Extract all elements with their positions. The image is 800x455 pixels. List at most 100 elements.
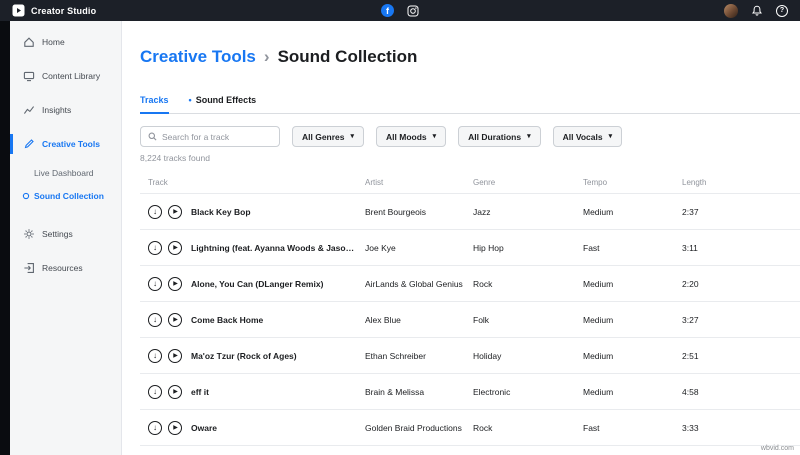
app-title: Creator Studio	[31, 5, 97, 16]
track-genre: Hip Hop	[473, 242, 504, 253]
chevron-down-icon: ▾	[432, 133, 437, 140]
sidebar-item-label: Insights	[42, 105, 72, 115]
track-cell: ↓ ▶ Oware	[140, 420, 357, 435]
sidebar-item-insights[interactable]: Insights	[10, 93, 121, 127]
play-icon[interactable]: ▶	[168, 384, 182, 399]
sidebar-item-settings[interactable]: Settings	[10, 217, 121, 251]
track-artist: Alex Blue	[365, 314, 401, 325]
track-title: eff it	[191, 386, 209, 397]
track-table: Track Artist Genre Tempo Length ↓ ▶ Black …	[140, 171, 800, 455]
help-icon[interactable]: ?	[776, 4, 788, 17]
track-tempo: Fast	[583, 242, 600, 253]
sidebar-item-label: Creative Tools	[42, 139, 100, 149]
play-icon[interactable]: ▶	[168, 276, 182, 291]
sound-collection-icon	[22, 192, 30, 200]
sidebar-item-label: Home	[42, 37, 65, 47]
facebook-icon[interactable]: f	[381, 4, 394, 17]
play-icon[interactable]: ▶	[168, 204, 182, 219]
resources-icon	[22, 262, 35, 274]
download-icon[interactable]: ↓	[148, 312, 162, 327]
table-row: ↓ ▶ Oware Golden Braid Productions Rock Fast 3…	[140, 409, 800, 445]
play-icon[interactable]: ▶	[168, 348, 182, 363]
download-icon[interactable]: ↓	[148, 420, 162, 435]
table-row: ↓ ▶ Come Back Home Alex Blue Folk Medium 3:27	[140, 301, 800, 337]
breadcrumb-parent[interactable]: Creative Tools	[140, 47, 256, 67]
track-cell: ↓ ▶ Come Back Home	[140, 312, 357, 327]
track-length: 3:11	[682, 242, 698, 253]
column-header-artist: Artist	[365, 177, 384, 187]
breadcrumb: Creative Tools › Sound Collection	[140, 47, 780, 67]
track-search	[140, 126, 280, 147]
track-tempo: Medium	[583, 350, 614, 361]
sidebar-item-home[interactable]: Home	[10, 25, 121, 59]
track-cell: ↓ ▶ Lightning (feat. Ayanna Woods & Jason.…	[140, 240, 357, 255]
track-tempo: Medium	[583, 314, 614, 325]
play-icon[interactable]: ▶	[168, 240, 182, 255]
play-icon[interactable]: ▶	[168, 420, 182, 435]
track-tempo: Fast	[583, 422, 600, 433]
filter-label: All Genres	[302, 131, 345, 142]
sidebar-item-label: Content Library	[42, 71, 101, 81]
filter-bar: All Genres ▾ All Moods ▾ All Durations ▾…	[140, 126, 780, 147]
brand[interactable]: Creator Studio	[12, 4, 96, 17]
tab-bar: Tracks • Sound Effects	[140, 95, 800, 114]
sidebar-item-live-dashboard[interactable]: Live Dashboard	[10, 161, 121, 184]
sidebar-item-creative-tools[interactable]: Creative Tools	[10, 127, 121, 161]
instagram-icon[interactable]	[407, 5, 419, 17]
column-header-tempo: Tempo	[583, 177, 608, 187]
track-cell: ↓ ▶ Black Key Bop	[140, 204, 357, 219]
page-title: Sound Collection	[277, 47, 418, 66]
play-icon[interactable]: ▶	[168, 312, 182, 327]
track-title: Black Key Bop	[191, 206, 251, 217]
sidebar-item-sound-collection[interactable]: Sound Collection	[10, 184, 121, 207]
track-artist: AirLands & Global Genius	[365, 278, 463, 289]
sidebar-item-resources[interactable]: Resources	[10, 251, 121, 285]
creator-studio-logo-icon	[12, 4, 25, 17]
profile-avatar[interactable]	[724, 3, 738, 18]
track-genre: Folk	[473, 314, 490, 325]
table-row: ↓ ▶ Alone, You Can (DLanger Remix) AirLands…	[140, 265, 800, 301]
table-row: ↓ ▶ Ma'oz Tzur (Rock of Ages) Ethan Schreib…	[140, 337, 800, 373]
notifications-bell-icon[interactable]	[751, 5, 763, 17]
top-bar: Creator Studio f ?	[0, 0, 800, 21]
track-artist: Ethan Schreiber	[365, 350, 426, 361]
track-title: Oware	[191, 422, 217, 433]
track-artist: Brent Bourgeois	[365, 206, 426, 217]
search-input[interactable]	[162, 131, 272, 142]
creator-studio-app: Creator Studio f ? Home Content Library …	[0, 0, 800, 455]
table-header: Track Artist Genre Tempo Length	[140, 171, 800, 193]
track-genre: Rock	[473, 278, 493, 289]
track-title: Come Back Home	[191, 314, 264, 325]
sidebar-item-label: Settings	[42, 229, 73, 239]
column-header-track: Track	[148, 177, 168, 187]
platform-switcher: f	[381, 0, 419, 21]
results-count: 8,224 tracks found	[140, 153, 210, 163]
download-icon[interactable]: ↓	[148, 240, 162, 255]
tab-sound-effects[interactable]: • Sound Effects	[189, 95, 257, 114]
track-length: 2:20	[682, 278, 699, 289]
insights-icon	[22, 104, 35, 116]
track-cell: ↓ ▶ eff it	[140, 384, 357, 399]
vocals-filter-button[interactable]: All Vocals ▾	[552, 126, 623, 147]
download-icon[interactable]: ↓	[148, 276, 162, 291]
track-tempo: Medium	[583, 206, 614, 217]
table-row: ↓ ▶ Black Key Bop Brent Bourgeois Jazz Medium…	[140, 193, 800, 229]
download-icon[interactable]: ↓	[148, 348, 162, 363]
sidebar-item-label: Live Dashboard	[34, 167, 94, 178]
filter-label: All Moods	[386, 131, 427, 142]
download-icon[interactable]: ↓	[148, 204, 162, 219]
column-header-length: Length	[682, 177, 707, 187]
sidebar-item-label: Sound Collection	[34, 190, 104, 201]
content-library-icon	[22, 70, 35, 82]
track-title: Lightning (feat. Ayanna Woods & Jason...	[191, 242, 357, 253]
durations-filter-button[interactable]: All Durations ▾	[458, 126, 541, 147]
window-edge	[0, 0, 10, 455]
moods-filter-button[interactable]: All Moods ▾	[376, 126, 447, 147]
sidebar-item-content-library[interactable]: Content Library	[10, 59, 121, 93]
download-icon[interactable]: ↓	[148, 384, 162, 399]
tab-tracks[interactable]: Tracks	[140, 95, 169, 114]
genres-filter-button[interactable]: All Genres ▾	[292, 126, 365, 147]
track-tempo: Medium	[583, 386, 614, 397]
filter-label: All Vocals	[562, 131, 603, 142]
tab-label: Sound Effects	[195, 95, 257, 105]
